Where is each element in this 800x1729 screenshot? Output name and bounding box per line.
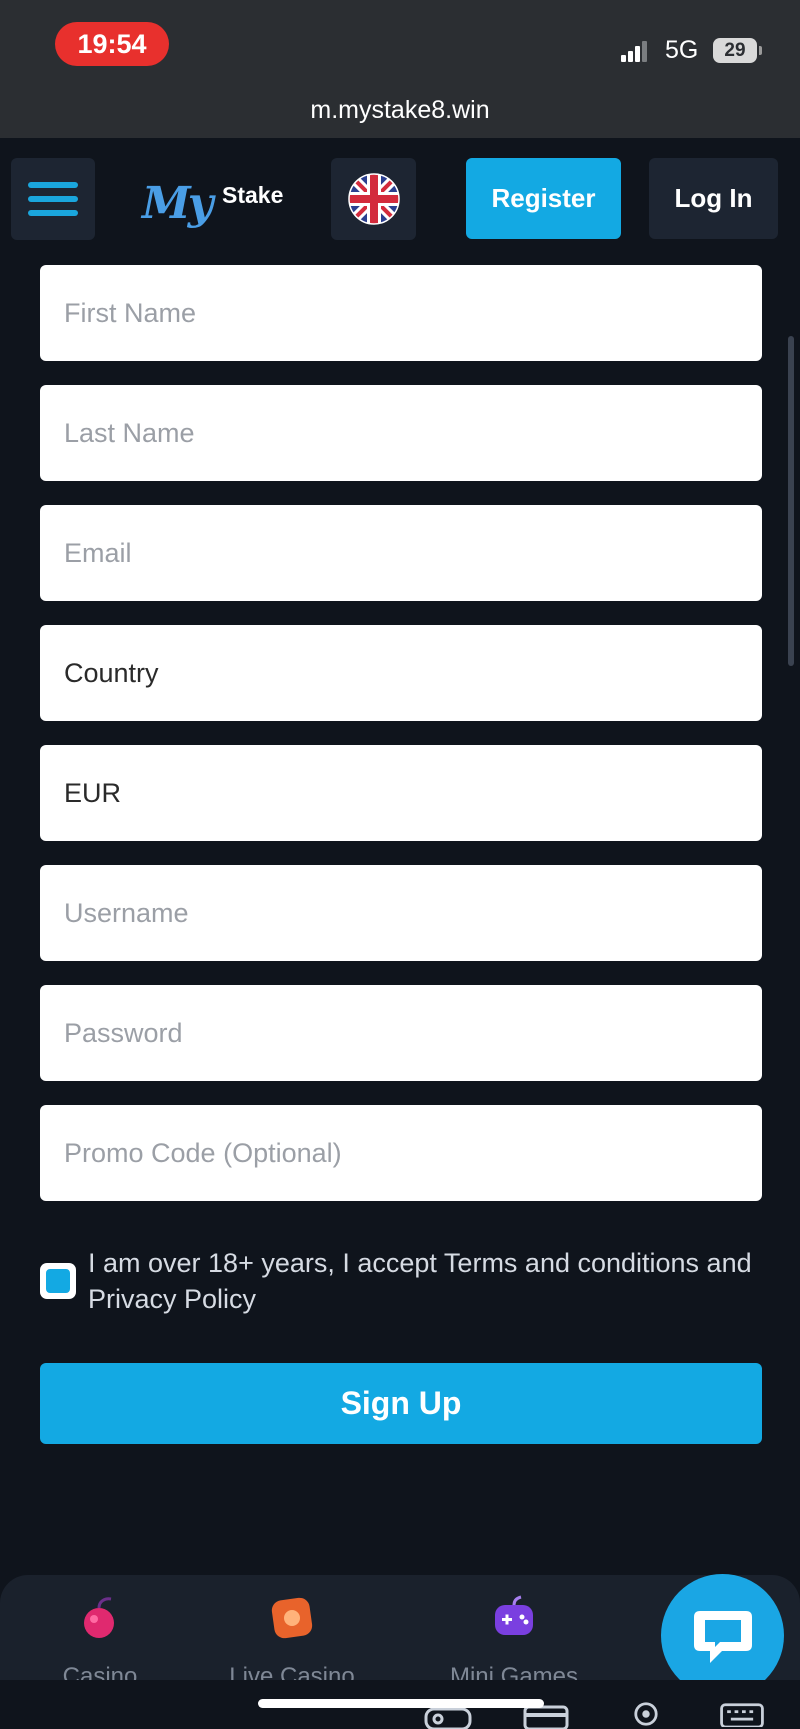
uk-flag-icon xyxy=(347,173,400,225)
url-bar[interactable]: m.mystake8.win xyxy=(0,90,800,138)
location-icon[interactable] xyxy=(630,1701,662,1727)
last-name-input[interactable] xyxy=(40,385,762,481)
site-header: My Stake Register Log In xyxy=(0,138,800,258)
chat-bubble-icon xyxy=(693,1610,752,1663)
status-bar: 19:54 5G 29 xyxy=(0,0,800,90)
mystake-logo[interactable]: My Stake xyxy=(142,178,292,234)
url-text: m.mystake8.win xyxy=(310,96,490,124)
chip-icon xyxy=(271,1597,313,1639)
country-select[interactable]: Country xyxy=(40,625,762,721)
page-scrollbar[interactable] xyxy=(788,336,794,666)
register-button[interactable]: Register xyxy=(466,158,621,239)
terms-row: I am over 18+ years, I accept Terms and … xyxy=(40,1245,760,1325)
logo-sub: Stake xyxy=(222,182,284,208)
battery-icon: 29 xyxy=(713,38,762,63)
logo-main: My xyxy=(142,178,213,229)
country-value: Country xyxy=(64,657,159,688)
hamburger-icon xyxy=(28,182,78,188)
password-input[interactable] xyxy=(40,985,762,1081)
currency-select[interactable]: EUR xyxy=(40,745,762,841)
checkbox-checked-icon xyxy=(46,1269,70,1293)
promo-code-input[interactable] xyxy=(40,1105,762,1201)
first-name-input[interactable] xyxy=(40,265,762,361)
signup-button[interactable]: Sign Up xyxy=(40,1363,762,1444)
battery-level: 29 xyxy=(724,39,746,61)
terms-text: I am over 18+ years, I accept Terms and … xyxy=(88,1248,752,1314)
live-chat-button[interactable] xyxy=(661,1574,784,1697)
language-button[interactable] xyxy=(331,158,416,240)
network-type: 5G xyxy=(665,36,699,64)
currency-value: EUR xyxy=(64,777,122,808)
login-button[interactable]: Log In xyxy=(649,158,778,239)
keyboard-icon[interactable] xyxy=(718,1701,766,1727)
status-time: 19:54 xyxy=(55,22,169,66)
cherry-icon xyxy=(84,1597,114,1638)
signal-icon xyxy=(621,40,649,62)
email-input[interactable] xyxy=(40,505,762,601)
terms-checkbox[interactable] xyxy=(40,1263,76,1299)
gamepad-icon xyxy=(495,1595,533,1635)
home-indicator[interactable] xyxy=(258,1699,544,1708)
menu-button[interactable] xyxy=(11,158,95,240)
username-input[interactable] xyxy=(40,865,762,961)
